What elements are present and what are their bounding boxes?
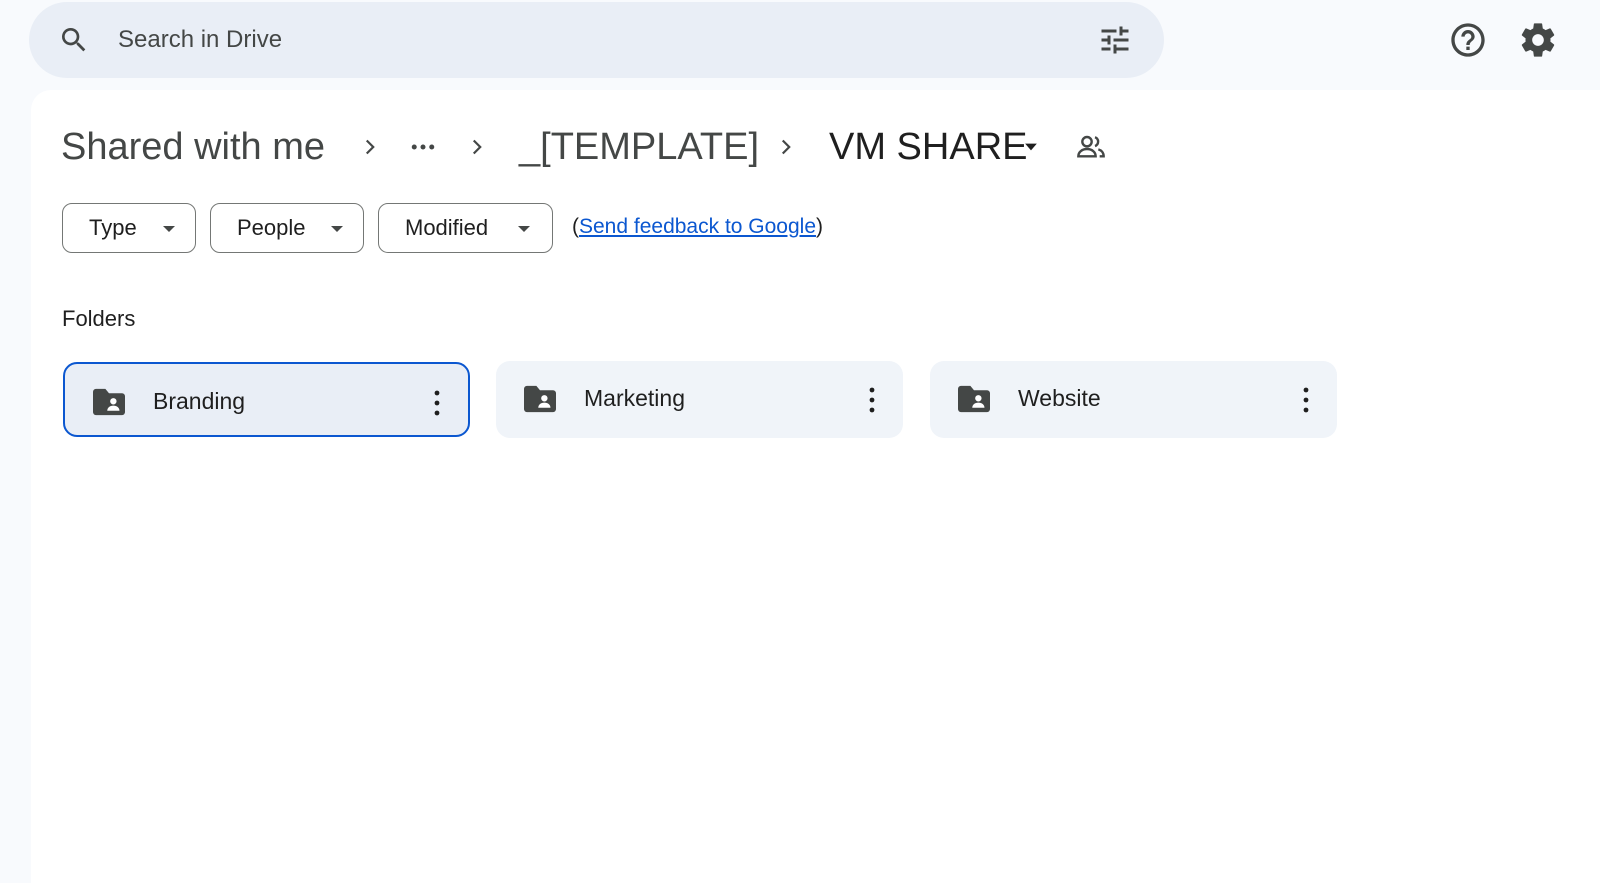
caret-down-icon[interactable] <box>1018 137 1044 157</box>
help-icon[interactable] <box>1448 20 1488 60</box>
modified-filter-chip[interactable]: Modified <box>378 203 553 253</box>
folder-name: Marketing <box>584 385 685 411</box>
chevron-right-icon <box>781 139 791 155</box>
breadcrumb-current-folder[interactable]: VM SHARE <box>829 125 1027 169</box>
send-feedback-link[interactable]: Send feedback to Google <box>579 215 816 238</box>
folder-name: Branding <box>153 388 246 414</box>
people-filter-chip[interactable]: People <box>210 203 364 253</box>
search-options-icon[interactable] <box>1097 22 1133 58</box>
caret-down-icon <box>518 226 530 232</box>
shared-folder-icon <box>93 388 125 416</box>
search-bar[interactable] <box>29 2 1164 78</box>
people-filter-label: People <box>237 215 306 240</box>
more-vertical-icon[interactable] <box>1301 385 1311 415</box>
type-filter-label: Type <box>89 215 137 240</box>
caret-down-icon <box>163 226 175 232</box>
folders-section-label: Folders <box>62 306 136 331</box>
more-vertical-icon[interactable] <box>867 385 877 415</box>
folder-card-branding[interactable]: Branding <box>63 362 470 437</box>
settings-gear-icon[interactable] <box>1518 20 1558 60</box>
folder-card-website[interactable]: Website <box>930 361 1337 438</box>
folder-card-marketing[interactable]: Marketing <box>496 361 903 438</box>
feedback-open-paren: ( <box>572 215 579 238</box>
more-vertical-icon[interactable] <box>432 388 442 418</box>
breadcrumb-shared-with-me[interactable]: Shared with me <box>61 125 325 169</box>
top-bar <box>0 0 1600 88</box>
breadcrumb-template[interactable]: _[TEMPLATE] <box>519 125 759 169</box>
chevron-right-icon <box>472 139 482 155</box>
search-input[interactable] <box>118 20 1018 60</box>
more-horizontal-icon[interactable] <box>405 132 441 162</box>
folder-name: Website <box>1018 385 1101 411</box>
shared-folder-icon <box>958 385 990 413</box>
caret-down-icon <box>331 226 343 232</box>
shared-people-icon[interactable] <box>1074 131 1108 163</box>
chevron-right-icon <box>365 139 375 155</box>
feedback-close-paren: ) <box>816 215 824 238</box>
search-icon[interactable] <box>58 24 90 56</box>
type-filter-chip[interactable]: Type <box>62 203 196 253</box>
shared-folder-icon <box>524 385 556 413</box>
modified-filter-label: Modified <box>405 215 489 240</box>
feedback-text: (Send feedback to Google) <box>572 215 823 239</box>
